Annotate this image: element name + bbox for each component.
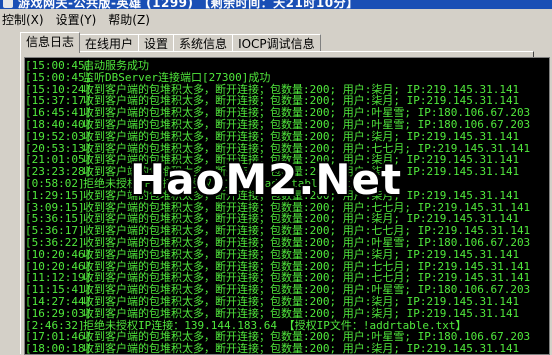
tab-strip: 信息日志 在线用户 设置 系统信息 IOCP调试信息 — [20, 32, 321, 53]
log-timestamp: [18:00:18] — [25, 342, 92, 355]
log-line: [18:00:18]收到客户端的包堆积太多，断开连接；包数量:200; 用户:柒… — [25, 342, 520, 355]
app-icon — [3, 0, 13, 8]
log-message: 收到客户端的包堆积太多，断开连接；包数量:200; 用户:柒月; IP:219.… — [83, 342, 520, 355]
menu-bar: 控制(X) 设置(Y) 帮助(Z) — [0, 9, 552, 29]
menu-help[interactable]: 帮助(Z) — [104, 11, 158, 28]
window-title: 游戏网关-公共版-英雄 (1299) 【剩余时间：天21时10分】 — [18, 0, 359, 9]
title-bar: 游戏网关-公共版-英雄 (1299) 【剩余时间：天21时10分】 — [0, 0, 552, 9]
log-console[interactable]: [15:00:45]启动服务成功 [15:00:45]监听DBServer连接端口… — [24, 57, 550, 355]
menu-settings[interactable]: 设置(Y) — [52, 11, 105, 28]
tab-info-log[interactable]: 信息日志 — [20, 32, 81, 53]
menu-control[interactable]: 控制(X) — [0, 11, 52, 28]
